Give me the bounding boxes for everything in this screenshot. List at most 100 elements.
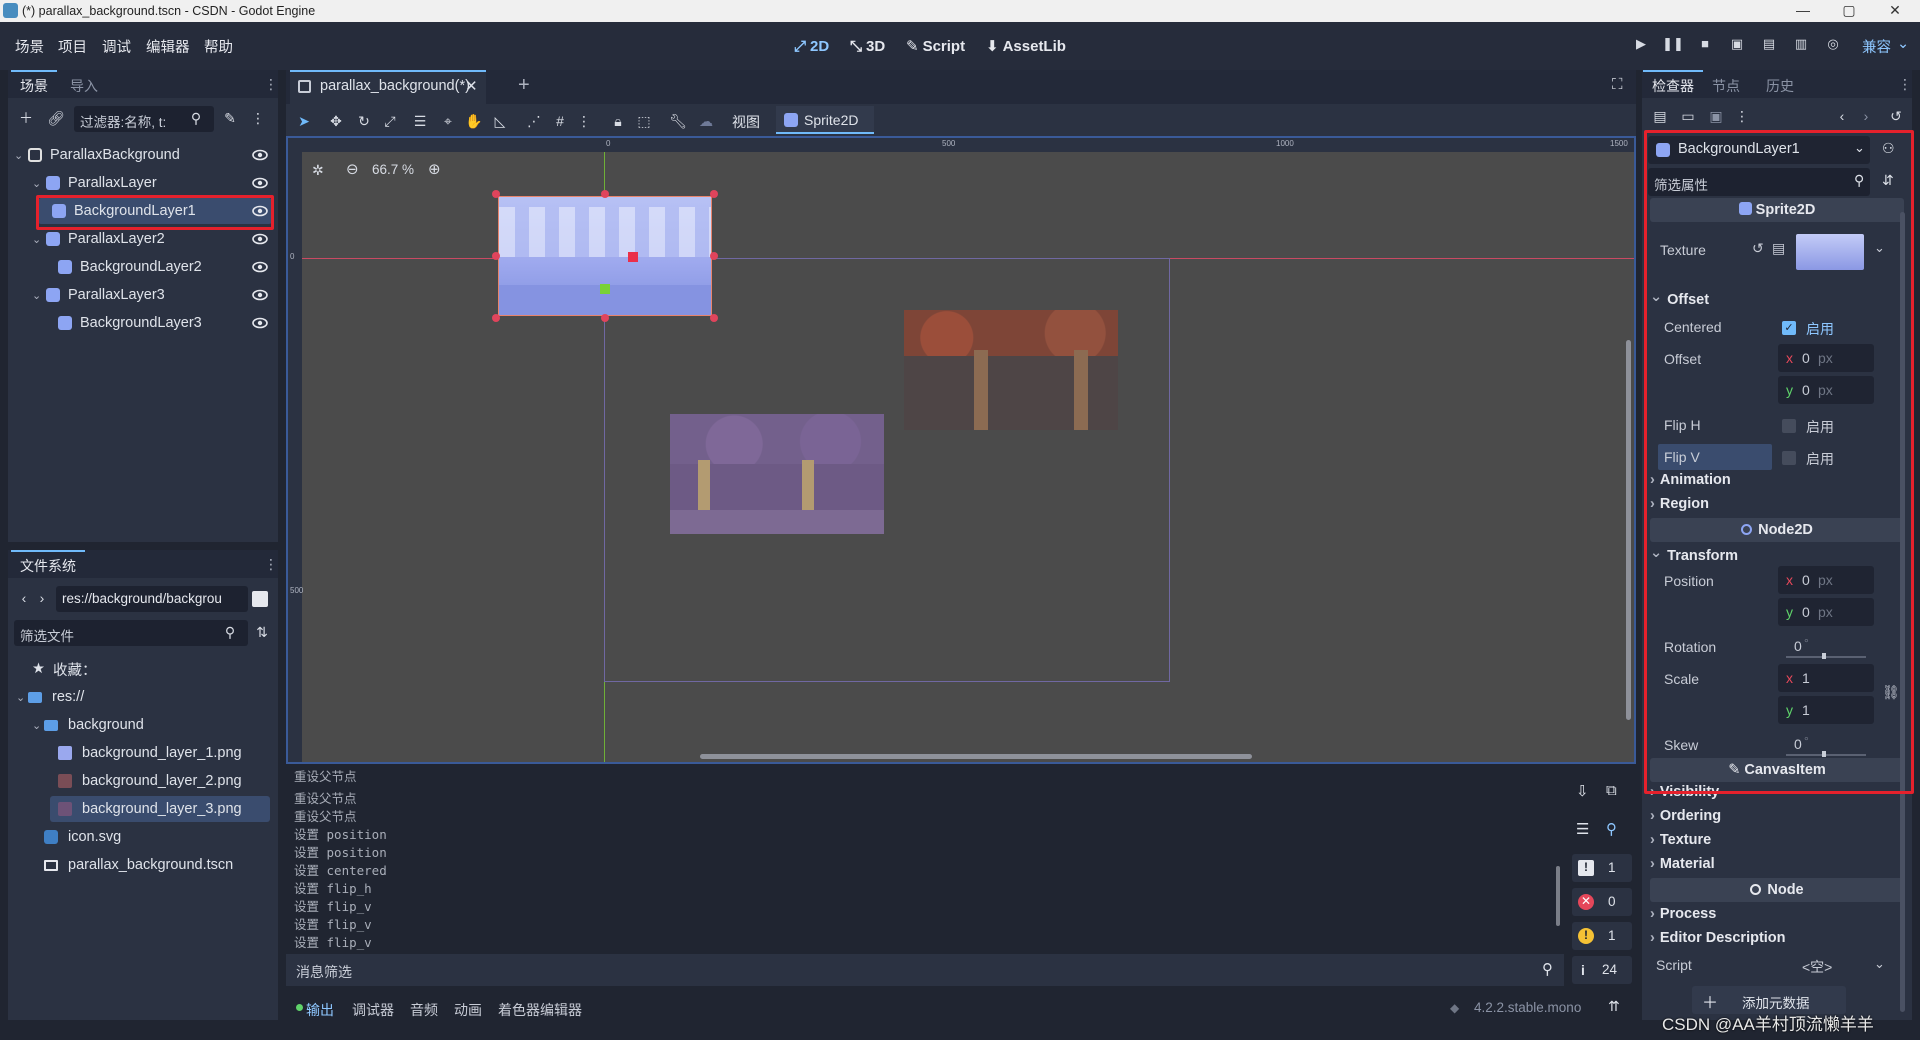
lock-icon[interactable]: 🔒︎ xyxy=(608,111,628,131)
link-scale-icon[interactable]: ⛓︎ xyxy=(1882,684,1900,701)
workspace-3d-button[interactable]: ⤡ 3D xyxy=(850,34,885,58)
scale-x-field[interactable]: x 1 xyxy=(1778,664,1874,692)
collapse-icon[interactable]: ⌄ xyxy=(32,289,42,302)
save-resource-icon[interactable]: ▣ xyxy=(1706,106,1726,126)
move-x-handle[interactable] xyxy=(628,252,638,262)
renderer-select[interactable]: 兼容 xyxy=(1862,36,1891,57)
revert-icon[interactable]: ↺ xyxy=(1752,240,1764,257)
open-resource-icon[interactable]: ▭ xyxy=(1678,106,1698,126)
resize-handle[interactable] xyxy=(492,314,500,322)
tab-animation[interactable]: 动画 xyxy=(454,1000,482,1020)
collapse-duplicates-icon[interactable]: ☰ xyxy=(1576,820,1589,838)
history-back-icon[interactable]: ‹ xyxy=(1832,106,1852,126)
scale-y-field[interactable]: y 1 xyxy=(1778,696,1874,724)
collapse-icon[interactable]: ⌄ xyxy=(32,233,42,246)
texture-options-icon[interactable]: ▤ xyxy=(1772,240,1785,257)
dock-menu-icon[interactable]: ⋮ xyxy=(264,556,278,573)
tree-row-parallaxlayer3[interactable]: ⌄ ParallaxLayer3 xyxy=(8,282,278,308)
play-scene-icon[interactable]: ▤ xyxy=(1758,36,1780,56)
play-icon[interactable]: ▶ xyxy=(1630,36,1652,56)
fs-row-file[interactable]: icon.svg xyxy=(8,824,278,850)
zoom-level[interactable]: 66.7 % xyxy=(372,162,414,177)
rotation-field[interactable]: 0 ° xyxy=(1778,632,1874,660)
resize-handle[interactable] xyxy=(710,314,718,322)
dock-menu-icon[interactable]: ⋮ xyxy=(264,76,278,93)
visibility-eye-icon[interactable] xyxy=(252,287,268,303)
menu-help[interactable]: 帮助 xyxy=(204,36,233,57)
chevron-down-icon[interactable]: ⌄ xyxy=(1874,956,1885,972)
skew-field[interactable]: 0 ° xyxy=(1778,730,1874,758)
tab-node[interactable]: 节点 xyxy=(1712,76,1740,96)
move-y-handle[interactable] xyxy=(600,284,610,294)
menu-debug[interactable]: 调试 xyxy=(102,36,131,57)
flip-h-checkbox[interactable] xyxy=(1782,419,1796,433)
distraction-free-icon[interactable]: ⛶ xyxy=(1612,76,1623,93)
tab-scene[interactable]: 场景 xyxy=(11,70,57,96)
toggle-search-icon[interactable]: ⚲ xyxy=(1606,820,1617,838)
scale-tool-icon[interactable]: ⤢ xyxy=(380,111,400,131)
menu-scene[interactable]: 场景 xyxy=(15,36,44,57)
view-menu[interactable]: 视图 xyxy=(732,112,760,132)
inspector-scrollbar[interactable] xyxy=(1900,212,1905,1012)
centered-checkbox[interactable]: ✓ xyxy=(1782,321,1796,335)
rotation-slider-track[interactable] xyxy=(1786,656,1866,658)
collapse-icon[interactable]: ⌄ xyxy=(16,691,28,704)
zoom-out-icon[interactable]: ⊖ xyxy=(346,160,359,178)
node-docs-icon[interactable]: ⚇ xyxy=(1882,140,1895,157)
background-layer3-sprite[interactable] xyxy=(670,414,884,534)
node-selector[interactable]: BackgroundLayer1 ⌄ xyxy=(1648,136,1870,164)
copy-output-icon[interactable]: ⧉ xyxy=(1606,782,1617,799)
visibility-eye-icon[interactable] xyxy=(252,175,268,191)
maximize-button[interactable]: ▢ xyxy=(1826,0,1872,22)
pan-tool-icon[interactable]: ✋ xyxy=(464,111,484,131)
canvas-viewport[interactable]: 0 500 1000 1500 0 500 ✲ ⊖ 66.7 % ⊕ xyxy=(286,136,1636,764)
tree-row-backgroundlayer1[interactable]: BackgroundLayer1 xyxy=(38,198,272,224)
history-forward-icon[interactable]: › xyxy=(1856,106,1876,126)
flip-v-checkbox[interactable] xyxy=(1782,451,1796,465)
fs-row-file[interactable]: parallax_background.tscn xyxy=(8,852,278,878)
resource-menu-icon[interactable]: ⋮ xyxy=(1732,106,1752,126)
resize-handle[interactable] xyxy=(710,190,718,198)
remote-debug-icon[interactable]: ▣ xyxy=(1726,36,1748,56)
smart-snap-icon[interactable]: ⋰ xyxy=(524,111,544,131)
pivot-tool-icon[interactable]: ⌖ xyxy=(438,111,458,131)
collapse-icon[interactable]: ⌄ xyxy=(14,149,24,162)
position-x-field[interactable]: x 0 px xyxy=(1778,566,1874,594)
visibility-eye-icon[interactable] xyxy=(252,203,268,219)
add-tab-icon[interactable]: + xyxy=(518,74,530,97)
move-tool-icon[interactable]: ✥ xyxy=(326,111,346,131)
stop-icon[interactable]: ■ xyxy=(1694,36,1716,56)
play-custom-scene-icon[interactable]: ▥ xyxy=(1790,36,1812,56)
skew-slider-grabber[interactable] xyxy=(1822,751,1826,757)
group-icon[interactable]: ⬚ xyxy=(634,111,654,131)
inspector-options-icon[interactable]: ⇵ xyxy=(1882,172,1894,189)
scene-menu-icon[interactable]: ⋮ xyxy=(248,108,268,128)
new-resource-icon[interactable]: ▤ xyxy=(1650,106,1670,126)
fs-row-file[interactable]: background_layer_2.png xyxy=(8,768,278,794)
warnings-count-badge[interactable]: ! 1 xyxy=(1572,922,1632,950)
tree-row-backgroundlayer3[interactable]: BackgroundLayer3 xyxy=(8,310,278,336)
snap-options-icon[interactable]: ⋮ xyxy=(574,111,594,131)
close-window-button[interactable]: ✕ xyxy=(1872,0,1918,22)
tab-audio[interactable]: 音频 xyxy=(410,1000,438,1020)
section-material[interactable]: Material xyxy=(1650,856,1715,872)
collapse-icon[interactable]: ⌄ xyxy=(32,177,42,190)
section-process[interactable]: Process xyxy=(1650,906,1716,922)
visibility-eye-icon[interactable] xyxy=(252,231,268,247)
movie-maker-icon[interactable]: ◎ xyxy=(1822,36,1844,56)
errors-count-badge[interactable]: ✕ 0 xyxy=(1572,888,1632,916)
resize-handle[interactable] xyxy=(710,252,718,260)
select-tool-icon[interactable]: ➤ xyxy=(294,111,314,131)
dock-menu-icon[interactable]: ⋮ xyxy=(1898,76,1912,93)
object-history-icon[interactable]: ↺ xyxy=(1886,106,1906,126)
list-select-icon[interactable]: ☰ xyxy=(410,111,430,131)
offset-y-field[interactable]: y 0 px xyxy=(1778,376,1874,404)
expand-panel-icon[interactable]: ⇈ xyxy=(1608,998,1620,1015)
attach-script-icon[interactable]: ✎ xyxy=(220,108,240,128)
forward-icon[interactable]: › xyxy=(32,588,52,608)
script-value[interactable]: <空> xyxy=(1802,957,1832,977)
texture-preview[interactable] xyxy=(1796,234,1864,270)
pause-icon[interactable]: ❚❚ xyxy=(1662,36,1684,56)
visibility-eye-icon[interactable] xyxy=(252,259,268,275)
class-header-node[interactable]: Node xyxy=(1650,878,1904,902)
